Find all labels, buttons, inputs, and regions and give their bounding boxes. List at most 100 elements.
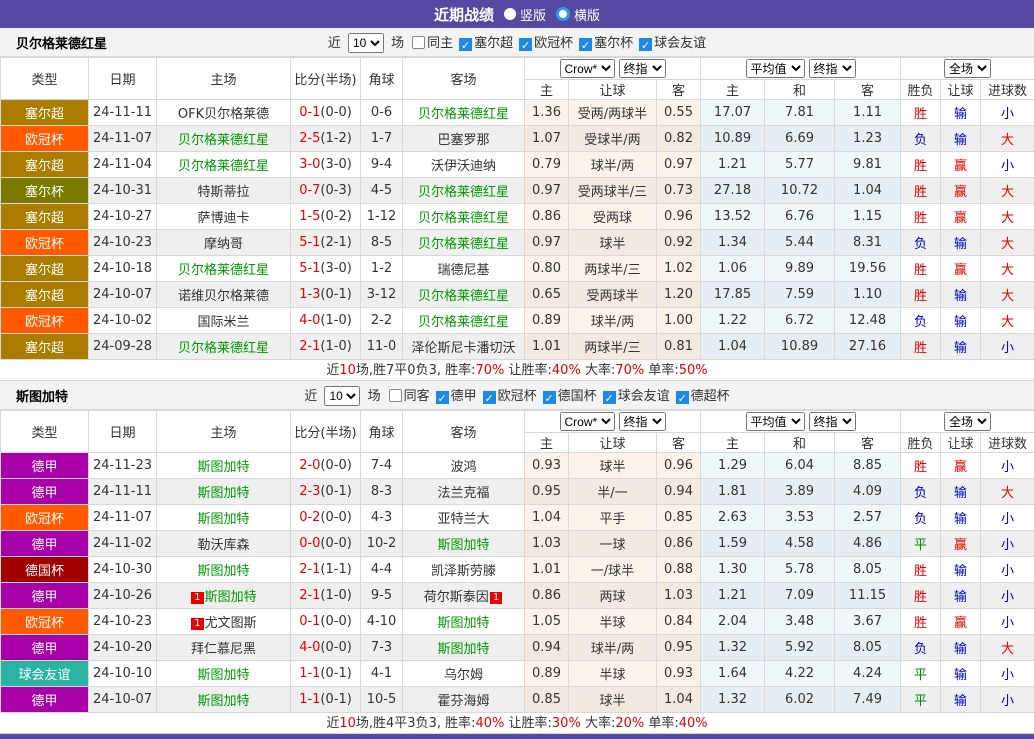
- summary-segment: 40%: [475, 716, 504, 731]
- result-cell: 胜: [901, 204, 941, 230]
- handicap-result-cell: 输: [941, 126, 981, 152]
- tracked-team-name: 贝尔格莱德红星: [418, 237, 509, 252]
- layout-radio-horizontal[interactable]: 横版: [556, 5, 600, 24]
- half-time-score: (3-0): [320, 261, 351, 276]
- league-checkbox-label: 德超杯: [691, 389, 730, 404]
- away-odds-cell: 0.92: [657, 230, 701, 256]
- radio-unselected-icon[interactable]: [504, 8, 516, 20]
- avg-home-cell: 1.04: [701, 334, 765, 360]
- avg-draw-cell: 6.69: [765, 126, 835, 152]
- match-count-select[interactable]: 10: [324, 386, 360, 406]
- league-checkbox-label: 德甲: [451, 389, 477, 404]
- opponent-team-name: 霍芬海姆: [437, 694, 489, 709]
- avg-type-select[interactable]: 终指: [809, 412, 856, 431]
- avg-away-cell: 7.49: [835, 687, 901, 713]
- home-odds-cell: 0.65: [525, 282, 569, 308]
- scope-select[interactable]: 全场: [944, 59, 991, 78]
- odds-type-select[interactable]: 终指: [619, 59, 666, 78]
- league-checkbox-欧冠杯[interactable]: ✓: [483, 391, 496, 404]
- date-cell: 24-11-11: [89, 100, 157, 126]
- odds-source-select[interactable]: Crow*: [560, 59, 615, 78]
- handicap-result-cell: 输: [941, 479, 981, 505]
- summary-line: 近10场,胜7平0负3, 胜率:70% 让胜率:40% 大率:70% 单率:50…: [0, 360, 1034, 381]
- corners-cell: 4-4: [361, 557, 403, 583]
- opponent-team-name: 萨博迪卡: [197, 211, 249, 226]
- tracked-team-name: 贝尔格莱德红星: [418, 107, 509, 122]
- league-checkbox-label: 欧冠杯: [534, 36, 573, 51]
- avg-away-cell: 4.86: [835, 531, 901, 557]
- away-team-cell: 荷尔斯泰因1: [403, 583, 525, 609]
- layout-radio-vertical[interactable]: 竖版: [504, 5, 546, 24]
- match-row: 塞尔超24-10-27萨博迪卡1-5(0-2)1-12贝尔格莱德红星0.86受两…: [1, 204, 1034, 230]
- red-card-badge: 1: [490, 592, 502, 604]
- league-checkbox-球会友谊[interactable]: ✓: [639, 38, 652, 51]
- league-checkbox-塞尔超[interactable]: ✓: [459, 38, 472, 51]
- avg-away-cell: 9.81: [835, 152, 901, 178]
- handicap-result-cell: 输: [941, 687, 981, 713]
- corners-cell: 4-5: [361, 178, 403, 204]
- score-cell: 4-0(1-0): [291, 308, 361, 334]
- league-checkbox-德甲[interactable]: ✓: [436, 391, 449, 404]
- average-select[interactable]: 平均值: [746, 59, 805, 78]
- goals-result-cell: 大: [981, 479, 1034, 505]
- away-team-cell: 沃伊沃迪纳: [403, 152, 525, 178]
- goals-result-cell: 小: [981, 334, 1034, 360]
- tracked-team-name: 斯图加特: [197, 668, 249, 683]
- corners-cell: 3-12: [361, 282, 403, 308]
- score-cell: 2-5(1-2): [291, 126, 361, 152]
- opponent-team-name: 摩纳哥: [204, 237, 243, 252]
- score-cell: 5-1(3-0): [291, 256, 361, 282]
- handicap-result-cell: 赢: [941, 453, 981, 479]
- avg-type-select[interactable]: 终指: [809, 59, 856, 78]
- odds-source-select[interactable]: Crow*: [560, 412, 615, 431]
- league-checkbox-德超杯[interactable]: ✓: [676, 391, 689, 404]
- same-venue-label: 同主: [427, 36, 453, 51]
- home-team-cell: 贝尔格莱德红星: [157, 152, 291, 178]
- score-cell: 0-1(0-0): [291, 100, 361, 126]
- home-odds-cell: 1.01: [525, 557, 569, 583]
- score-cell: 2-1(1-1): [291, 557, 361, 583]
- goals-result-cell: 大: [981, 256, 1034, 282]
- away-odds-cell: 0.95: [657, 635, 701, 661]
- avg-away-cell: 1.15: [835, 204, 901, 230]
- same-venue-checkbox[interactable]: [389, 389, 402, 402]
- handicap-result-cell: 输: [941, 557, 981, 583]
- full-time-score: 2-5: [299, 131, 320, 146]
- away-odds-cell: 1.04: [657, 687, 701, 713]
- odds-type-select[interactable]: 终指: [619, 412, 666, 431]
- league-cell: 德甲: [1, 635, 89, 661]
- team-name: 贝尔格莱德红星: [16, 33, 107, 52]
- radio-selected-icon[interactable]: [556, 7, 570, 21]
- home-team-cell: 斯图加特: [157, 505, 291, 531]
- half-time-score: (0-0): [320, 536, 351, 551]
- league-checkbox-塞尔杯[interactable]: ✓: [579, 38, 592, 51]
- date-cell: 24-10-10: [89, 661, 157, 687]
- avg-group-header: 平均值终指: [701, 411, 901, 433]
- league-checkbox-德国杯[interactable]: ✓: [543, 391, 556, 404]
- handicap-result-cell: 输: [941, 661, 981, 687]
- avg-home-cell: 2.63: [701, 505, 765, 531]
- avg-away-cell: 1.23: [835, 126, 901, 152]
- avg-draw-cell: 3.89: [765, 479, 835, 505]
- summary-segment: 40%: [552, 363, 581, 378]
- opponent-team-name: 拜仁慕尼黑: [191, 642, 256, 657]
- same-venue-checkbox[interactable]: [412, 36, 425, 49]
- column-header: 客场: [403, 58, 525, 100]
- column-header: 比分(半场): [291, 411, 361, 453]
- scope-select[interactable]: 全场: [944, 412, 991, 431]
- average-select[interactable]: 平均值: [746, 412, 805, 431]
- score-cell: 1-5(0-2): [291, 204, 361, 230]
- match-row: 德甲24-10-261斯图加特2-1(1-0)9-5荷尔斯泰因10.86两球1.…: [1, 583, 1034, 609]
- league-checkbox-欧冠杯[interactable]: ✓: [519, 38, 532, 51]
- result-cell: 胜: [901, 100, 941, 126]
- away-team-cell: 贝尔格莱德红星: [403, 308, 525, 334]
- league-cell: 德甲: [1, 583, 89, 609]
- league-checkbox-球会友谊[interactable]: ✓: [603, 391, 616, 404]
- match-count-select[interactable]: 10: [348, 33, 384, 53]
- away-team-cell: 波鸿: [403, 453, 525, 479]
- home-team-cell: 斯图加特: [157, 453, 291, 479]
- away-team-cell: 霍芬海姆: [403, 687, 525, 713]
- league-checkbox-label: 德国杯: [558, 389, 597, 404]
- corners-cell: 9-5: [361, 583, 403, 609]
- league-checkbox-label: 塞尔杯: [594, 36, 633, 51]
